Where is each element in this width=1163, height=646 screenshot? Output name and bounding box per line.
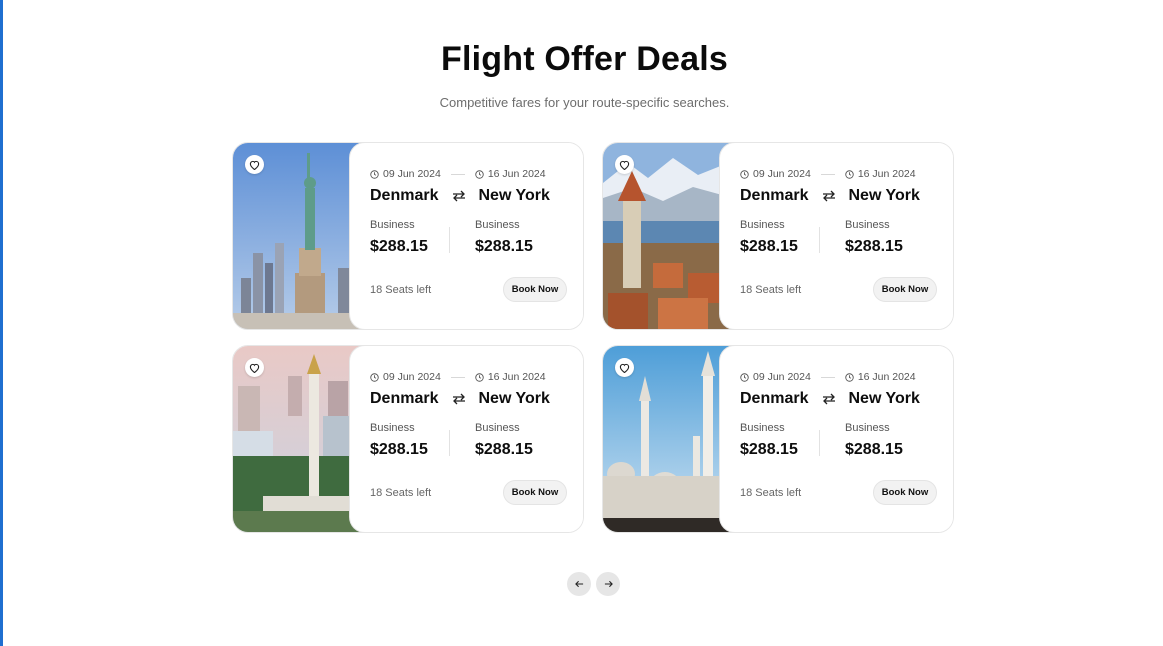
return-date: 16 Jun 2024 — [487, 371, 546, 383]
fare-divider — [819, 227, 820, 253]
fare-option: Business $288.15 — [475, 219, 533, 256]
fare-divider — [819, 430, 820, 456]
flight-offer-card[interactable]: 09 Jun 2024 16 Jun 2024 Denmark New York… — [232, 142, 584, 330]
flight-details-panel: 09 Jun 2024 16 Jun 2024 Denmark New York… — [719, 346, 953, 532]
origin-city: Denmark — [370, 390, 439, 407]
arrow-left-icon — [574, 580, 583, 588]
return-date: 16 Jun 2024 — [487, 168, 546, 180]
date-separator — [450, 376, 465, 378]
depart-date: 09 Jun 2024 — [383, 371, 441, 383]
fare-class: Business — [370, 219, 415, 231]
travel-dates: 09 Jun 2024 16 Jun 2024 — [740, 168, 916, 180]
fare-price: $288.15 — [370, 441, 428, 458]
fare-class: Business — [845, 219, 890, 231]
fare-option: Business $288.15 — [740, 422, 798, 459]
fare-divider — [449, 227, 450, 253]
heart-icon — [619, 363, 630, 373]
fare-price: $288.15 — [740, 441, 798, 458]
fare-class: Business — [740, 219, 785, 231]
book-now-button[interactable]: Book Now — [873, 480, 937, 505]
travel-dates: 09 Jun 2024 16 Jun 2024 — [370, 168, 546, 180]
book-now-button[interactable]: Book Now — [873, 277, 937, 302]
fare-class: Business — [740, 422, 785, 434]
fare-class: Business — [845, 422, 890, 434]
seats-left: 18 Seats left — [370, 284, 432, 296]
fare-price: $288.15 — [370, 238, 428, 255]
page-subtitle: Competitive fares for your route-specifi… — [439, 95, 730, 110]
date-separator — [820, 376, 835, 378]
fare-option: Business $288.15 — [370, 422, 428, 459]
destination-city: New York — [478, 187, 550, 204]
seats-left: 18 Seats left — [740, 487, 802, 499]
clock-icon — [845, 169, 854, 179]
flight-details-panel: 09 Jun 2024 16 Jun 2024 Denmark New York… — [349, 143, 583, 329]
travel-dates: 09 Jun 2024 16 Jun 2024 — [370, 371, 546, 383]
swap-arrows-icon — [452, 393, 466, 405]
route: Denmark New York — [740, 187, 920, 205]
heart-icon — [249, 363, 260, 373]
route: Denmark New York — [370, 187, 550, 205]
fare-option: Business $288.15 — [845, 219, 903, 256]
previous-page-button[interactable] — [567, 572, 591, 596]
book-now-button[interactable]: Book Now — [503, 277, 567, 302]
fare-class: Business — [475, 219, 520, 231]
date-separator — [450, 173, 465, 175]
clock-icon — [370, 169, 379, 179]
clock-icon — [845, 372, 854, 382]
fare-option: Business $288.15 — [475, 422, 533, 459]
page-title: Flight Offer Deals — [441, 40, 728, 78]
destination-city: New York — [848, 187, 920, 204]
fare-price: $288.15 — [475, 238, 533, 255]
favorite-button[interactable] — [245, 155, 264, 174]
fare-price: $288.15 — [845, 441, 903, 458]
fare-option: Business $288.15 — [370, 219, 428, 256]
clock-icon — [475, 169, 484, 179]
flight-offer-card[interactable]: 09 Jun 2024 16 Jun 2024 Denmark New York… — [232, 345, 584, 533]
flight-details-panel: 09 Jun 2024 16 Jun 2024 Denmark New York… — [349, 346, 583, 532]
fare-price: $288.15 — [475, 441, 533, 458]
flight-offer-card[interactable]: 09 Jun 2024 16 Jun 2024 Denmark New York… — [602, 345, 954, 533]
origin-city: Denmark — [370, 187, 439, 204]
depart-date: 09 Jun 2024 — [753, 371, 811, 383]
favorite-button[interactable] — [245, 358, 264, 377]
depart-date: 09 Jun 2024 — [383, 168, 441, 180]
swap-arrows-icon — [822, 190, 836, 202]
destination-city: New York — [848, 390, 920, 407]
next-page-button[interactable] — [596, 572, 620, 596]
fare-class: Business — [475, 422, 520, 434]
flight-details-panel: 09 Jun 2024 16 Jun 2024 Denmark New York… — [719, 143, 953, 329]
return-date: 16 Jun 2024 — [857, 371, 916, 383]
favorite-button[interactable] — [615, 155, 634, 174]
origin-city: Denmark — [740, 390, 809, 407]
fare-class: Business — [370, 422, 415, 434]
route: Denmark New York — [740, 390, 920, 408]
seats-left: 18 Seats left — [370, 487, 432, 499]
clock-icon — [475, 372, 484, 382]
origin-city: Denmark — [740, 187, 809, 204]
clock-icon — [740, 169, 749, 179]
seats-left: 18 Seats left — [740, 284, 802, 296]
fare-divider — [449, 430, 450, 456]
return-date: 16 Jun 2024 — [857, 168, 916, 180]
swap-arrows-icon — [452, 190, 466, 202]
arrow-right-icon — [604, 580, 613, 588]
date-separator — [820, 173, 835, 175]
swap-arrows-icon — [822, 393, 836, 405]
heart-icon — [249, 160, 260, 170]
book-now-button[interactable]: Book Now — [503, 480, 567, 505]
clock-icon — [370, 372, 379, 382]
travel-dates: 09 Jun 2024 16 Jun 2024 — [740, 371, 916, 383]
flight-offer-card[interactable]: 09 Jun 2024 16 Jun 2024 Denmark New York… — [602, 142, 954, 330]
depart-date: 09 Jun 2024 — [753, 168, 811, 180]
favorite-button[interactable] — [615, 358, 634, 377]
route: Denmark New York — [370, 390, 550, 408]
destination-city: New York — [478, 390, 550, 407]
clock-icon — [740, 372, 749, 382]
fare-option: Business $288.15 — [740, 219, 798, 256]
fare-price: $288.15 — [740, 238, 798, 255]
fare-price: $288.15 — [845, 238, 903, 255]
heart-icon — [619, 160, 630, 170]
fare-option: Business $288.15 — [845, 422, 903, 459]
